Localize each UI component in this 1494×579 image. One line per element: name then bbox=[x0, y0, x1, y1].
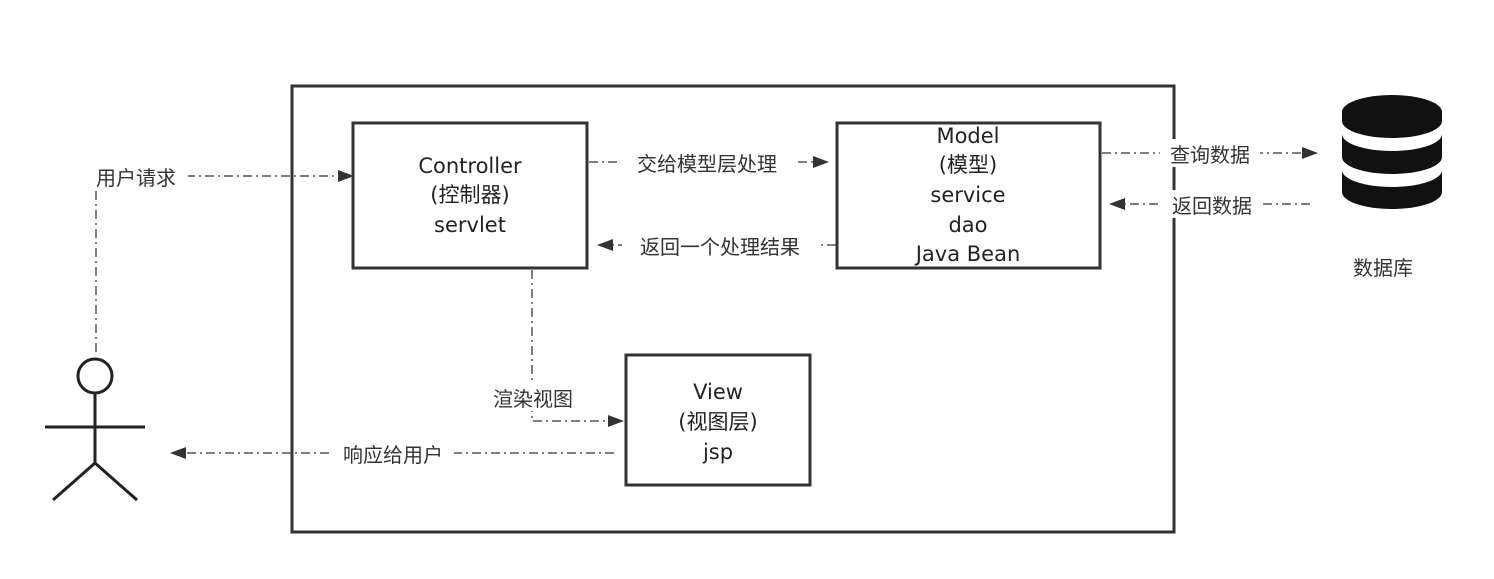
edge-to-model: 交给模型层处理 bbox=[589, 148, 829, 176]
controller-node: Controller (控制器) servlet bbox=[351, 121, 589, 270]
model-javabean: Java Bean bbox=[914, 242, 1021, 266]
mvc-diagram: 用户请求 交给模型层处理 返回一个处理结果 查询数据 返回数据 渲染视图 响应给… bbox=[45, 84, 1442, 534]
edge-query-data: 查询数据 bbox=[1102, 139, 1318, 167]
label-query-data: 查询数据 bbox=[1170, 143, 1250, 167]
label-render-view: 渲染视图 bbox=[493, 387, 573, 411]
edge-respond-user: 响应给用户 bbox=[170, 439, 614, 467]
label-return-data: 返回数据 bbox=[1172, 194, 1252, 218]
user-actor-icon bbox=[45, 357, 145, 502]
model-dao: dao bbox=[948, 213, 987, 237]
view-title: View bbox=[693, 380, 743, 404]
model-service: service bbox=[930, 183, 1005, 207]
controller-subtitle: (控制器) bbox=[430, 183, 509, 207]
edge-user-request: 用户请求 bbox=[86, 162, 354, 352]
view-subtitle: (视图层) bbox=[678, 410, 757, 434]
edge-return-data: 返回数据 bbox=[1109, 190, 1310, 218]
edge-return-result: 返回一个处理结果 bbox=[597, 231, 836, 259]
controller-impl: servlet bbox=[434, 213, 506, 237]
label-to-model: 交给模型层处理 bbox=[637, 152, 777, 176]
model-subtitle: (模型) bbox=[939, 153, 997, 177]
view-impl: jsp bbox=[702, 440, 733, 464]
label-user-request: 用户请求 bbox=[96, 166, 176, 190]
controller-title: Controller bbox=[418, 154, 522, 178]
database-label: 数据库 bbox=[1353, 256, 1413, 280]
database-icon bbox=[1342, 95, 1442, 209]
view-node: View (视图层) jsp bbox=[624, 353, 812, 487]
label-respond-user: 响应给用户 bbox=[343, 443, 443, 467]
model-node: Model (模型) service dao Java Bean bbox=[835, 121, 1102, 270]
label-return-result: 返回一个处理结果 bbox=[640, 235, 800, 259]
model-title: Model bbox=[936, 124, 999, 148]
edge-render-view: 渲染视图 bbox=[484, 270, 624, 427]
